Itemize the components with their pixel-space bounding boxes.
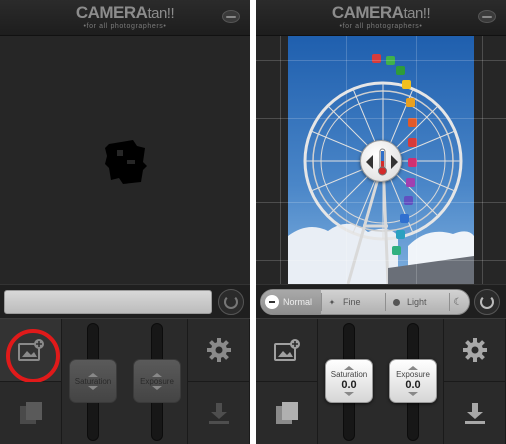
logo-tan: tan!! xyxy=(147,5,175,22)
light-dot-icon xyxy=(389,295,403,309)
refresh-icon xyxy=(224,295,238,309)
logo-tan: tan!! xyxy=(403,5,431,22)
lips-icon[interactable] xyxy=(478,10,496,23)
add-photo-button[interactable] xyxy=(0,319,62,383)
download-icon xyxy=(465,403,485,424)
saturation-label: Saturation xyxy=(74,376,112,386)
down-arrow-icon xyxy=(152,385,162,390)
divider xyxy=(321,293,322,311)
saturation-value: 0.0 xyxy=(341,379,357,391)
filter-normal[interactable]: Normal xyxy=(261,290,321,314)
bottom-strip xyxy=(0,284,250,318)
gear-icon xyxy=(463,338,487,362)
app-logo: CAMERAtan!! •for all photographers• xyxy=(256,4,506,31)
download-button[interactable] xyxy=(444,382,506,444)
sparkle-icon: ✦ xyxy=(328,297,336,307)
grid-line xyxy=(256,60,506,61)
lips-icon[interactable] xyxy=(222,10,240,23)
down-arrow-icon xyxy=(344,392,354,396)
gallery-button[interactable] xyxy=(0,382,62,444)
control-panel: Saturation 0.0 Exposure 0.0 xyxy=(256,318,506,444)
settings-button[interactable] xyxy=(444,319,506,382)
filter-label: Normal xyxy=(283,297,313,307)
gallery-icon xyxy=(276,402,298,424)
grid-line xyxy=(346,36,347,284)
filter-label: Light xyxy=(407,297,427,307)
top-bar: CAMERAtan!! •for all photographers• xyxy=(256,0,506,36)
camera-placeholder-icon xyxy=(105,140,147,184)
bottom-strip: Normal ✦ Fine Light ☾ xyxy=(256,284,506,318)
gallery-button[interactable] xyxy=(256,382,318,444)
grid-line xyxy=(482,36,483,284)
temperature-handle[interactable] xyxy=(360,140,402,182)
filter-selector: Normal ✦ Fine Light ☾ xyxy=(260,289,470,315)
filter-fine[interactable]: ✦ Fine xyxy=(325,290,385,314)
refresh-button[interactable] xyxy=(218,289,244,315)
logo-main: CAMERA xyxy=(331,3,404,22)
exposure-label: Exposure xyxy=(396,370,430,379)
highlight-ring xyxy=(6,329,60,383)
refresh-button[interactable] xyxy=(474,289,500,315)
sliders-area: Saturation Exposure xyxy=(62,319,188,444)
exposure-value: 0.0 xyxy=(405,379,421,391)
logo-main: CAMERA xyxy=(75,3,148,22)
filter-bar-empty[interactable] xyxy=(4,290,212,314)
grid-line xyxy=(256,260,506,261)
exposure-knob[interactable]: Exposure xyxy=(133,359,181,403)
moon-icon: ☾ xyxy=(453,296,463,308)
saturation-label: Saturation xyxy=(330,370,368,379)
top-bar: CAMERAtan!! •for all photographers• xyxy=(0,0,250,36)
gallery-icon xyxy=(20,402,42,424)
saturation-knob[interactable]: Saturation xyxy=(69,359,117,403)
add-photo-button[interactable] xyxy=(256,319,318,382)
saturation-knob[interactable]: Saturation 0.0 xyxy=(325,359,373,403)
exposure-knob[interactable]: Exposure 0.0 xyxy=(389,359,437,403)
grid-line xyxy=(280,36,281,284)
sliders-area: Saturation 0.0 Exposure 0.0 xyxy=(318,319,444,444)
down-arrow-icon xyxy=(408,392,418,396)
refresh-icon xyxy=(480,295,494,309)
thermometer-icon xyxy=(366,148,398,176)
right-screen: CAMERAtan!! •for all photographers• Norm… xyxy=(256,0,506,444)
exposure-label: Exposure xyxy=(140,376,174,386)
add-photo-icon xyxy=(274,339,300,361)
logo-subtitle: •for all photographers• xyxy=(339,23,423,30)
gear-icon xyxy=(207,338,231,362)
settings-button[interactable] xyxy=(188,319,250,382)
filter-night[interactable]: ☾ xyxy=(451,290,469,314)
photo-viewport xyxy=(256,36,506,284)
left-screen: CAMERAtan!! •for all photographers• Satu… xyxy=(0,0,250,444)
divider xyxy=(385,293,386,311)
grid-line xyxy=(256,202,506,203)
download-icon xyxy=(209,403,229,424)
minus-icon xyxy=(265,295,279,309)
grid-line xyxy=(256,118,506,119)
logo-subtitle: •for all photographers• xyxy=(83,23,167,30)
down-arrow-icon xyxy=(88,385,98,390)
photo-viewport xyxy=(0,36,250,284)
divider xyxy=(449,293,450,311)
filter-light[interactable]: Light xyxy=(389,290,449,314)
control-panel: Saturation Exposure xyxy=(0,318,250,444)
download-button[interactable] xyxy=(188,382,250,444)
app-logo: CAMERAtan!! •for all photographers• xyxy=(0,4,250,31)
filter-label: Fine xyxy=(343,297,361,307)
grid-line xyxy=(416,36,417,284)
